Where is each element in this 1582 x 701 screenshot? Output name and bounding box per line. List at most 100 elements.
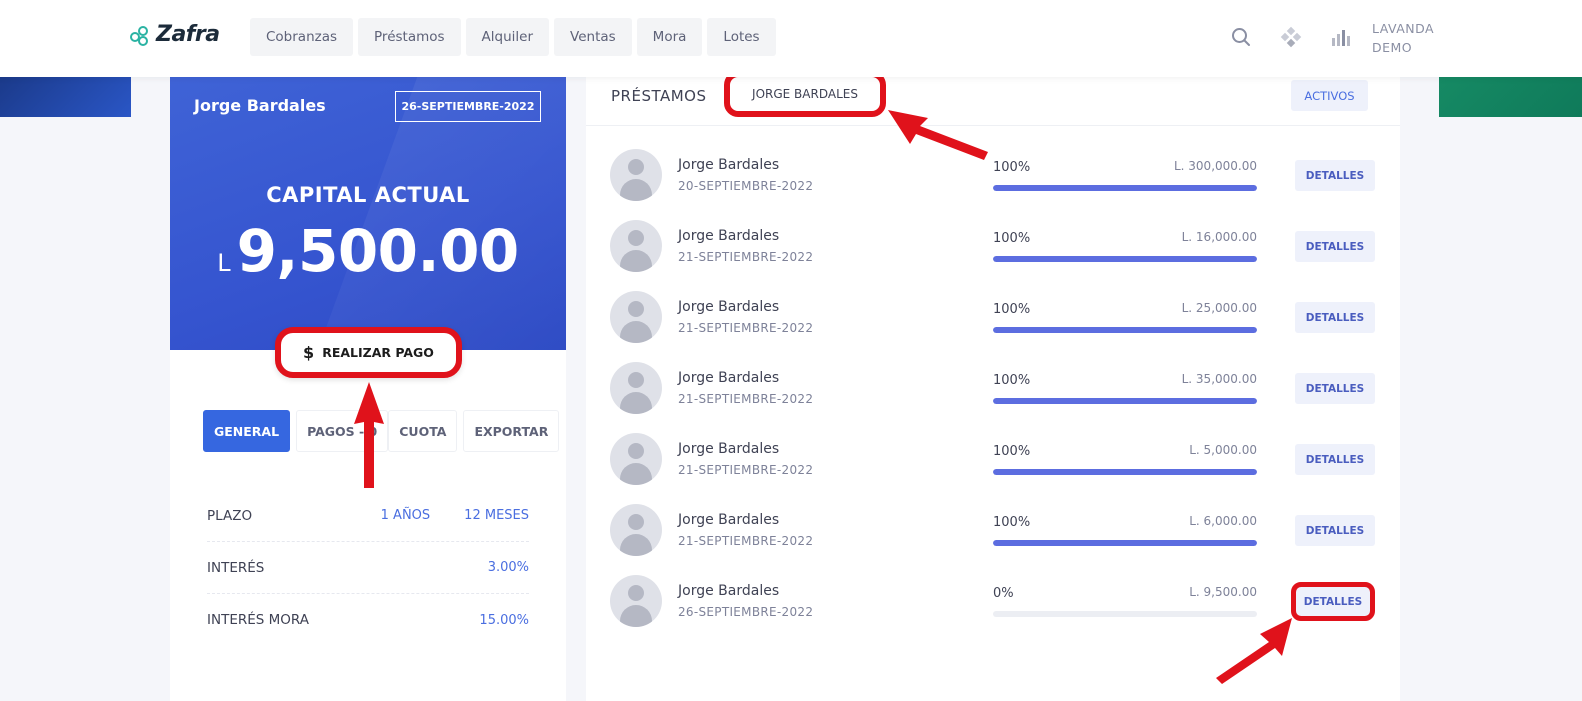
loan-progress-fill — [993, 256, 1257, 262]
loan-progress-percent: 0% — [993, 586, 1014, 601]
tab-exportar[interactable]: EXPORTAR — [463, 410, 560, 452]
top-bar: Zafra Cobranzas Préstamos Alquiler Venta… — [0, 0, 1582, 77]
nav-mora[interactable]: Mora — [636, 18, 703, 56]
loan-date: 21-SEPTIEMBRE-2022 — [678, 392, 814, 406]
nav-prestamos[interactable]: Préstamos — [358, 18, 461, 56]
search-icon[interactable] — [1230, 26, 1252, 48]
info-row-interes-mora: INTERÉS MORA 15.00% — [207, 594, 529, 646]
user-line1: LAVANDA — [1372, 21, 1435, 36]
avatar-icon — [610, 220, 662, 272]
loan-client-name: Jorge Bardales — [678, 441, 780, 457]
interes-mora-label: INTERÉS MORA — [207, 612, 309, 628]
loan-date: 21-SEPTIEMBRE-2022 — [678, 321, 814, 335]
detalles-button[interactable]: DETALLES — [1295, 444, 1375, 475]
capital-value: 9,500.00 — [236, 217, 520, 285]
loan-date: 20-SEPTIEMBRE-2022 — [678, 179, 814, 193]
arrow-to-pay — [354, 382, 384, 488]
capital-amount: L 9,500.00 — [170, 217, 566, 285]
loan-date: 21-SEPTIEMBRE-2022 — [678, 250, 814, 264]
capital-label: CAPITAL ACTUAL — [266, 183, 470, 207]
loan-info: PLAZO 1 AÑOS 12 MESES INTERÉS 3.00% INTE… — [207, 490, 529, 646]
loan-row: Jorge Bardales 21-SEPTIEMBRE-2022 100% L. 2… — [610, 291, 1380, 362]
avatar-icon — [610, 362, 662, 414]
avatar-icon — [610, 291, 662, 343]
loan-amount: L. 25,000.00 — [1181, 301, 1257, 315]
chart-icon[interactable] — [1330, 26, 1352, 48]
nav-ventas[interactable]: Ventas — [554, 18, 632, 56]
loan-progress-percent: 100% — [993, 160, 1031, 175]
plazo-label: PLAZO — [207, 507, 253, 524]
loan-amount: L. 300,000.00 — [1173, 159, 1257, 173]
client-filter[interactable]: JORGE BARDALES — [724, 71, 886, 117]
info-row-plazo: PLAZO 1 AÑOS 12 MESES — [207, 490, 529, 542]
nav-cobranzas[interactable]: Cobranzas — [250, 18, 354, 56]
client-name: Jorge Bardales — [194, 96, 326, 115]
top-icons — [1230, 26, 1352, 48]
nav-alquiler[interactable]: Alquiler — [465, 18, 550, 56]
status-filter-button[interactable]: ACTIVOS — [1291, 80, 1368, 111]
plazo-months: 12 MESES — [464, 508, 529, 523]
loan-progress-fill — [993, 540, 1257, 546]
loan-date: 21-SEPTIEMBRE-2022 — [678, 463, 814, 477]
loans-card: PRÉSTAMOS JORGE BARDALES ACTIVOS Jorge B… — [586, 71, 1400, 701]
loan-date: 21-SEPTIEMBRE-2022 — [678, 534, 814, 548]
loan-progress-percent: 100% — [993, 231, 1031, 246]
interes-value: 3.00% — [487, 560, 529, 575]
loan-amount: L. 5,000.00 — [1189, 443, 1257, 457]
detalles-button[interactable]: DETALLES — [1295, 515, 1375, 546]
logo[interactable]: Zafra — [130, 22, 220, 47]
header-band-right — [1439, 77, 1582, 117]
loans-title: PRÉSTAMOS — [611, 87, 707, 105]
interes-label: INTERÉS — [207, 559, 265, 576]
loan-date-badge: 26-SEPTIEMBRE-2022 — [395, 91, 541, 122]
loan-progress-bar — [993, 398, 1257, 404]
header-band-left — [0, 77, 131, 117]
avatar-icon — [610, 433, 662, 485]
realizar-pago-label: REALIZAR PAGO — [322, 345, 434, 360]
user-menu[interactable]: LAVANDA DEMO — [1372, 19, 1434, 57]
loan-row: Jorge Bardales 21-SEPTIEMBRE-2022 100% L. 5… — [610, 433, 1380, 504]
detalles-button[interactable]: DETALLES — [1295, 373, 1375, 404]
loan-row: Jorge Bardales 20-SEPTIEMBRE-2022 100% L. 3… — [610, 149, 1380, 220]
info-row-interes: INTERÉS 3.00% — [207, 542, 529, 594]
logo-icon — [130, 24, 152, 46]
loan-progress-bar — [993, 327, 1257, 333]
loan-progress-fill — [993, 327, 1257, 333]
realizar-pago-button[interactable]: $ REALIZAR PAGO — [275, 327, 462, 378]
main-nav: Cobranzas Préstamos Alquiler Ventas Mora… — [250, 18, 776, 56]
arrow-to-filter — [888, 110, 988, 160]
logo-text: Zafra — [156, 22, 220, 47]
loan-progress-fill — [993, 185, 1257, 191]
detalles-button[interactable]: DETALLES — [1295, 302, 1375, 333]
avatar-icon — [610, 149, 662, 201]
loan-date: 26-SEPTIEMBRE-2022 — [678, 605, 814, 619]
apps-icon[interactable] — [1280, 26, 1302, 48]
detalles-button[interactable]: DETALLES — [1291, 582, 1375, 621]
tab-general[interactable]: GENERAL — [203, 410, 291, 452]
loan-progress-percent: 100% — [993, 373, 1031, 388]
user-line2: DEMO — [1372, 40, 1413, 55]
loan-progress-percent: 100% — [993, 444, 1031, 459]
loan-amount: L. 35,000.00 — [1181, 372, 1257, 386]
loan-client-name: Jorge Bardales — [678, 512, 780, 528]
loan-progress-bar — [993, 469, 1257, 475]
dollar-icon: $ — [303, 343, 315, 362]
loan-amount: L. 16,000.00 — [1181, 230, 1257, 244]
currency-symbol: L — [217, 249, 231, 277]
loan-row: Jorge Bardales 21-SEPTIEMBRE-2022 100% L. 3… — [610, 362, 1380, 433]
interes-mora-value: 15.00% — [479, 612, 529, 628]
loan-amount: L. 9,500.00 — [1189, 585, 1257, 599]
loan-progress-fill — [993, 398, 1257, 404]
tab-cuota[interactable]: CUOTA — [388, 410, 458, 452]
loan-progress-bar — [993, 185, 1257, 191]
loan-progress-fill — [993, 469, 1257, 475]
detalles-button[interactable]: DETALLES — [1295, 231, 1375, 262]
loan-client-name: Jorge Bardales — [678, 299, 780, 315]
loan-row: Jorge Bardales 21-SEPTIEMBRE-2022 100% L. 6… — [610, 504, 1380, 575]
detalles-button[interactable]: DETALLES — [1295, 160, 1375, 191]
capital-hero: Jorge Bardales 26-SEPTIEMBRE-2022 CAPITA… — [170, 77, 566, 350]
loan-progress-percent: 100% — [993, 302, 1031, 317]
nav-lotes[interactable]: Lotes — [707, 18, 776, 56]
loan-client-name: Jorge Bardales — [678, 157, 780, 173]
arrow-to-details — [1216, 618, 1292, 684]
